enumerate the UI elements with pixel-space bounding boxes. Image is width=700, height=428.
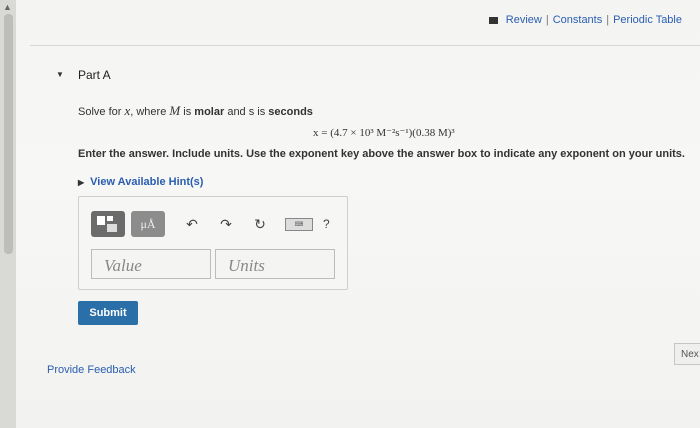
question-text: Solve for x, where M is molar and s is s… — [78, 103, 313, 118]
review-icon — [488, 16, 498, 24]
header-links: Review | Constants | Periodic Table — [488, 14, 682, 26]
scrollbar[interactable]: ▲ — [0, 0, 16, 428]
units-input[interactable]: Units — [215, 249, 335, 279]
hint-label: View Available Hint(s) — [90, 176, 204, 188]
constants-link[interactable]: Constants — [553, 14, 603, 26]
templates-button[interactable] — [91, 211, 125, 237]
scrollbar-thumb[interactable] — [4, 14, 13, 254]
periodic-table-link[interactable]: Periodic Table — [613, 14, 682, 26]
scroll-up-arrow-icon[interactable]: ▲ — [3, 2, 12, 12]
instructions: Enter the answer. Include units. Use the… — [78, 148, 685, 160]
reset-icon[interactable]: ↻ — [253, 216, 267, 233]
units-button[interactable]: μÅ — [131, 211, 165, 237]
submit-button[interactable]: Submit — [78, 301, 138, 325]
equation: x = (4.7 × 10³ M⁻²s⁻¹)(0.38 M)³ — [313, 127, 455, 139]
view-hints-link[interactable]: ▶ View Available Hint(s) — [78, 176, 203, 188]
header-divider — [30, 45, 700, 46]
part-title[interactable]: Part A — [78, 68, 111, 82]
keyboard-icon[interactable]: ⌨ — [285, 217, 313, 231]
undo-icon[interactable]: ↶ — [185, 216, 199, 233]
help-icon[interactable]: ? — [323, 217, 330, 231]
answer-box: μÅ ↶ ↷ ↻ ⌨ ? Value Units — [78, 196, 348, 290]
expand-triangle-icon: ▶ — [78, 177, 85, 187]
value-input[interactable]: Value — [91, 249, 211, 279]
collapse-caret-icon[interactable]: ▼ — [56, 70, 64, 79]
review-link[interactable]: Review — [506, 14, 542, 26]
separator: | — [606, 14, 610, 26]
var-M: M — [169, 103, 181, 118]
answer-toolbar: μÅ ↶ ↷ ↻ ⌨ ? — [91, 211, 330, 237]
next-button[interactable]: Nex — [674, 343, 700, 365]
redo-icon[interactable]: ↷ — [219, 216, 233, 233]
provide-feedback-link[interactable]: Provide Feedback — [47, 364, 136, 376]
separator: | — [545, 14, 549, 26]
